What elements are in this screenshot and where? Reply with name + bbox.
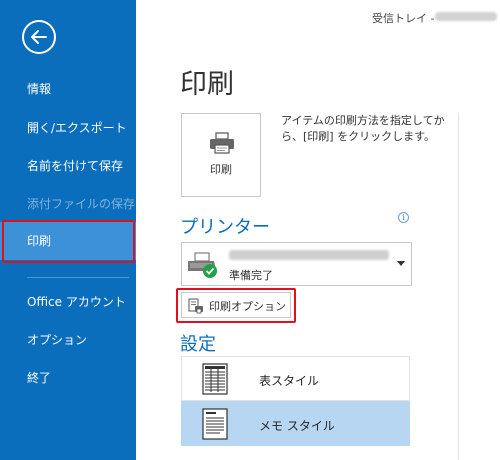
sidebar-item-save-attachments: 添付ファイルの保存: [27, 197, 136, 211]
style-item-label: メモ スタイル: [259, 419, 335, 433]
memo-style-icon: [202, 408, 228, 440]
printer-dropdown[interactable]: 準備完了: [181, 242, 412, 286]
sidebar-item-office-account[interactable]: Office アカウント: [0, 283, 136, 321]
back-arrow-icon: [31, 30, 47, 44]
sidebar-item-open-export[interactable]: 開く/エクスポート: [0, 109, 136, 147]
highlight-box-print-options: [176, 288, 296, 323]
dropdown-arrow-icon: [397, 261, 405, 266]
style-item-table[interactable]: 表スタイル: [181, 356, 410, 401]
print-button[interactable]: 印刷: [181, 113, 261, 197]
printer-icon: [210, 132, 234, 154]
style-item-memo[interactable]: メモ スタイル: [181, 401, 410, 446]
printer-section-heading: プリンター: [180, 217, 270, 238]
window-title: 受信トレイ -: [372, 12, 435, 25]
pane-divider: [458, 113, 459, 460]
printer-ready-icon: [188, 252, 217, 278]
sidebar-item-info[interactable]: 情報: [0, 70, 136, 108]
sidebar-item-options[interactable]: オプション: [0, 321, 136, 359]
sidebar-divider: [27, 277, 129, 278]
page-title: 印刷: [180, 69, 234, 100]
table-style-icon: [202, 363, 228, 395]
print-style-list: 表スタイル メモ スタイル: [181, 356, 410, 446]
redacted-account-name: [435, 12, 497, 21]
sidebar-item-exit[interactable]: 終了: [0, 359, 136, 397]
style-item-label: 表スタイル: [259, 374, 320, 388]
settings-section-heading: 設定: [180, 334, 216, 355]
info-icon[interactable]: i: [398, 212, 409, 223]
back-button[interactable]: [22, 20, 56, 54]
printer-status: 準備完了: [229, 269, 273, 282]
print-description: アイテムの印刷方法を指定してから、[印刷] をクリックします。: [281, 114, 445, 143]
print-button-label: 印刷: [210, 163, 232, 176]
highlight-box-print-nav: [2, 220, 135, 263]
sidebar-item-save-as[interactable]: 名前を付けて保存: [0, 147, 136, 185]
redacted-printer-name: [229, 250, 389, 260]
